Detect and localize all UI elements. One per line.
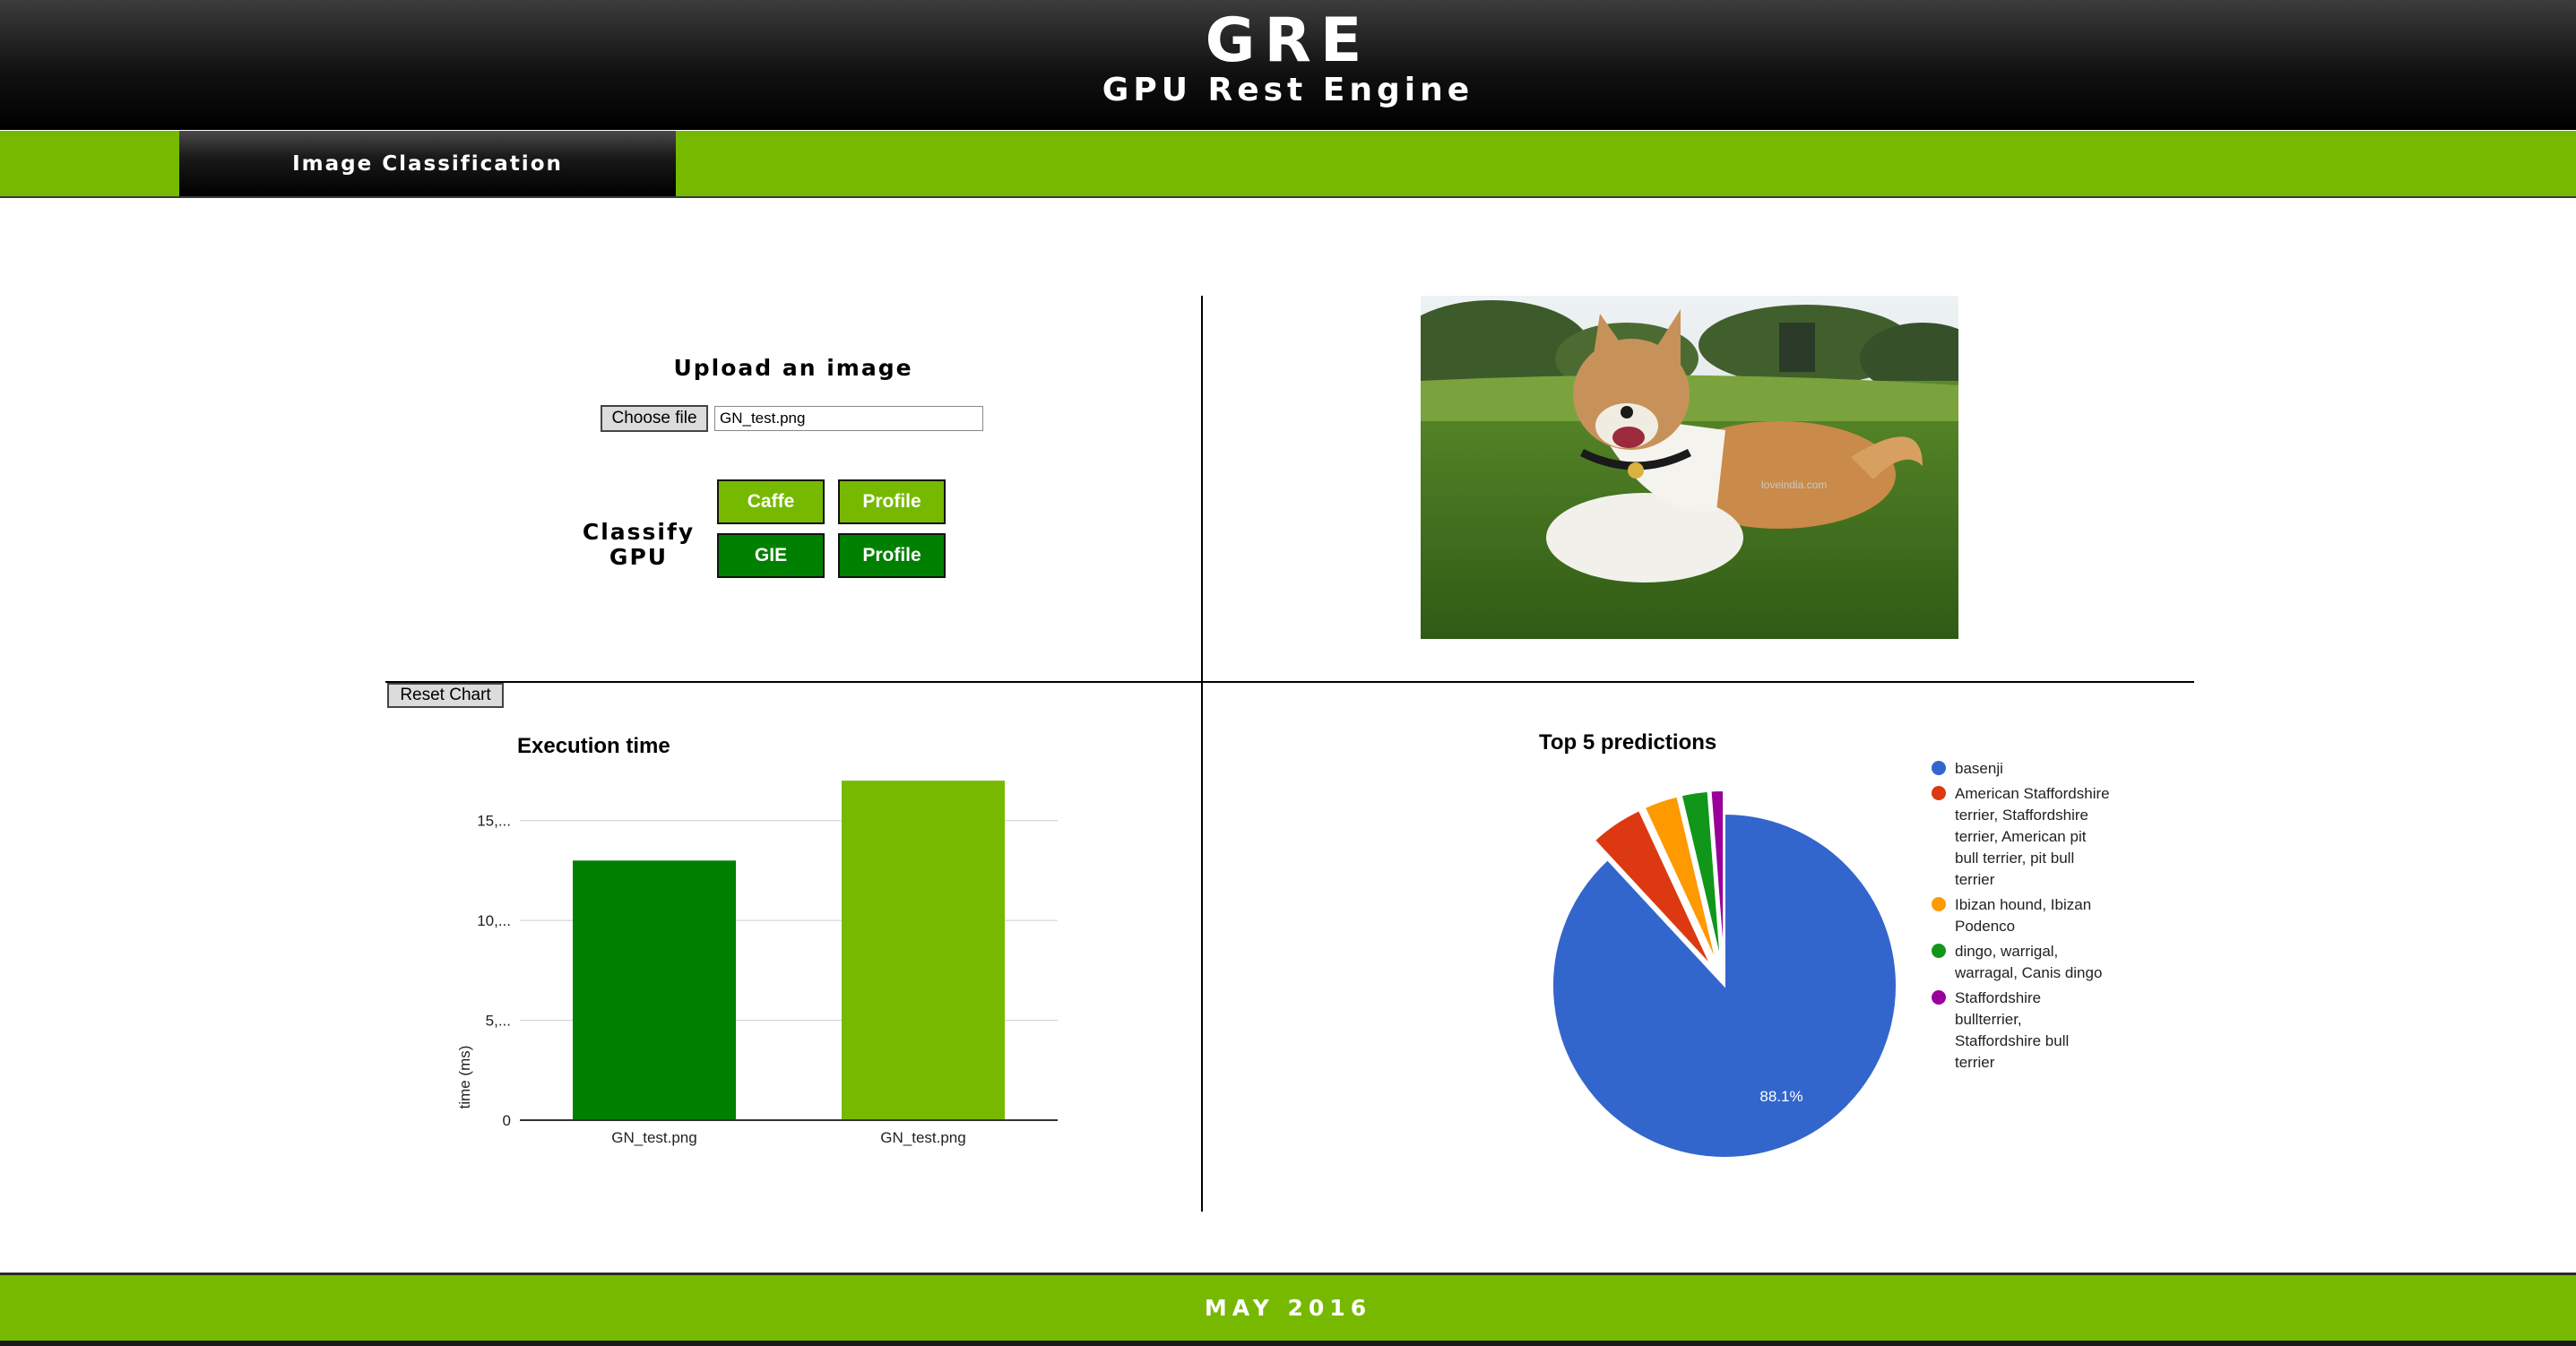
file-name-field[interactable]: GN_test.png (714, 406, 983, 431)
nav-bar: Image Classification (0, 130, 2576, 198)
caffe-button[interactable]: Caffe (717, 479, 825, 524)
page-footer: MAY 2016 (0, 1273, 2576, 1341)
legend-label: basenji (1955, 760, 2003, 777)
bar (573, 860, 736, 1120)
footer-edge (0, 1341, 2576, 1346)
page-header: GRE GPU Rest Engine (0, 0, 2576, 130)
y-tick-label: 15,... (477, 813, 511, 830)
legend-label: Staffordshire bullterrier, Staffordshire b… (1955, 989, 2069, 1071)
gie-button[interactable]: GIE (717, 533, 825, 578)
bar-chart-title: Execution time (517, 734, 670, 758)
legend-marker (1932, 944, 1946, 958)
gie-profile-button[interactable]: Profile (838, 533, 946, 578)
top-predictions-chart: Top 5 predictions 88.1% basenji American St… (1434, 708, 2196, 1192)
execution-time-chart: Execution time 0 5,... 10,... 15,... time (ms… (387, 717, 1104, 1165)
pie-data-label: 88.1% (1759, 1088, 1802, 1105)
app-subtitle: GPU Rest Engine (1102, 72, 1474, 108)
legend-marker (1932, 897, 1946, 911)
x-tick-label: GN_test.png (880, 1129, 965, 1146)
legend-label: American Staffordshire terrier, Staffords… (1955, 785, 2110, 888)
bar (842, 781, 1005, 1120)
legend-marker (1932, 990, 1946, 1005)
legend-marker (1932, 761, 1946, 775)
reset-chart-button[interactable]: Reset Chart (387, 683, 504, 708)
horizontal-divider (385, 681, 2194, 683)
uploaded-image-preview: loveindia.com (1421, 296, 1958, 639)
tab-image-classification[interactable]: Image Classification (179, 131, 676, 196)
classify-gpu-label: Classify GPU (574, 520, 704, 570)
y-tick-label: 0 (503, 1112, 511, 1129)
vertical-divider (1201, 296, 1203, 1212)
upload-title: Upload an image (673, 355, 913, 381)
app-title: GRE (1205, 5, 1371, 76)
x-tick-label: GN_test.png (611, 1129, 696, 1146)
y-tick-label: 10,... (477, 912, 511, 929)
y-tick-label: 5,... (486, 1013, 511, 1030)
caffe-profile-button[interactable]: Profile (838, 479, 946, 524)
legend-label: dingo, warrigal, warragal, Canis dingo (1954, 943, 2102, 981)
pie-chart-title: Top 5 predictions (1539, 730, 1716, 755)
choose-file-button[interactable]: Choose file (601, 405, 708, 432)
legend-label: Ibizan hound, Ibizan Podenco (1955, 896, 2091, 935)
photo-watermark: loveindia.com (1761, 479, 1827, 491)
legend-marker (1932, 786, 1946, 800)
classify-label-line2: GPU (609, 544, 669, 570)
y-axis-label: time (ms) (456, 1046, 473, 1109)
classify-label-line1: Classify (582, 519, 696, 545)
